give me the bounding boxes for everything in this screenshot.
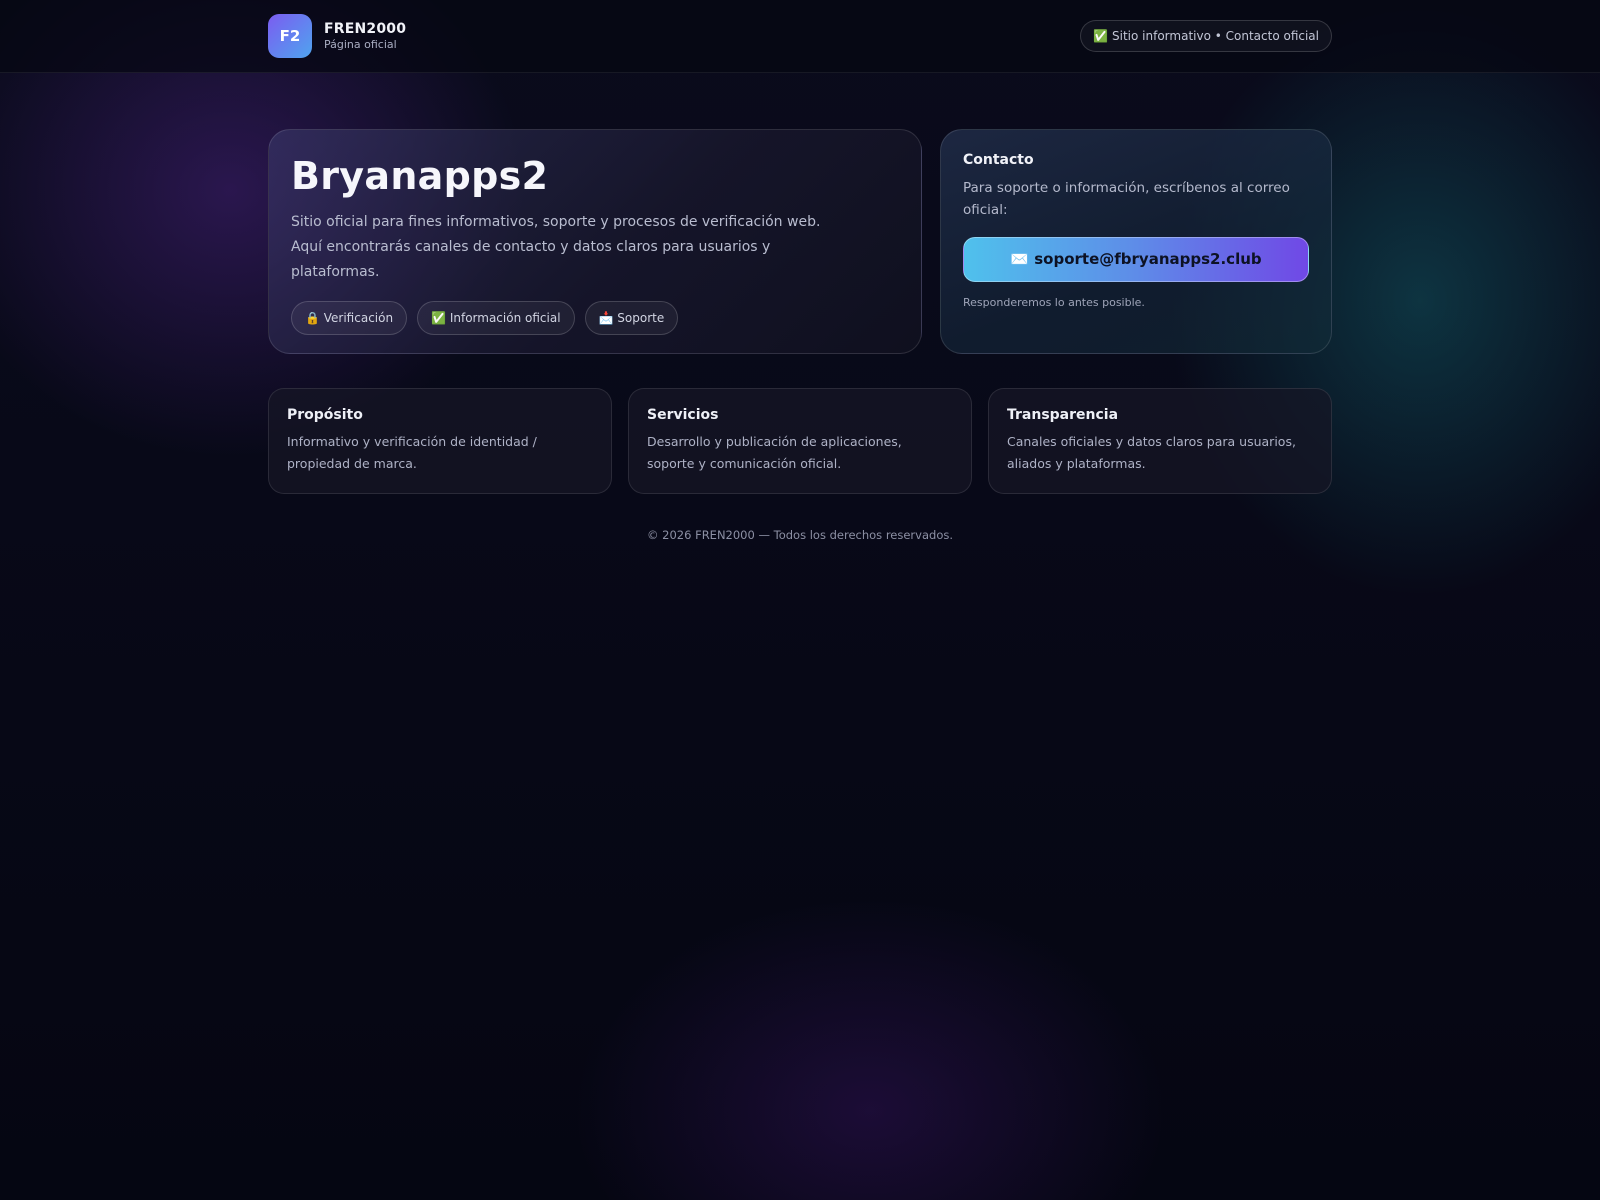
official-site-badge: ✅ Sitio informativo • Contacto oficial	[1080, 20, 1332, 52]
brand-subtitle: Página oficial	[324, 38, 397, 51]
brand-text: FREN2000 Página oficial	[324, 21, 406, 51]
brand-logo: F2	[268, 14, 312, 58]
info-card-purpose: Propósito Informativo y verificación de …	[268, 388, 612, 494]
site-header: F2 FREN2000 Página oficial ✅ Sitio infor…	[0, 0, 1600, 73]
card-text: Canales oficiales y datos claros para us…	[1007, 434, 1296, 471]
contact-note: Responderemos lo antes posible.	[963, 296, 1145, 309]
brand[interactable]: F2 FREN2000 Página oficial	[268, 14, 406, 58]
brand-name: FREN2000	[324, 21, 407, 37]
hero-description: Sitio oficial para fines informativos, s…	[291, 214, 821, 280]
hero-card: Bryanapps2 Sitio oficial para fines info…	[268, 129, 922, 354]
card-title: Servicios	[647, 407, 719, 423]
page-title: Bryanapps2	[291, 154, 549, 198]
feature-pills: 🔒 Verificación ✅ Información oficial 📩 S…	[291, 301, 899, 335]
card-text: Informativo y verificación de identidad …	[287, 434, 537, 471]
card-title: Transparencia	[1007, 407, 1119, 423]
footer-copyright: © 2026 FREN2000 — Todos los derechos res…	[647, 528, 953, 542]
card-title: Propósito	[287, 407, 363, 423]
info-card-transparency: Transparencia Canales oficiales y datos …	[988, 388, 1332, 494]
contact-description: Para soporte o información, escríbenos a…	[963, 180, 1290, 218]
pill-verification: 🔒 Verificación	[291, 301, 408, 335]
contact-title: Contacto	[963, 152, 1034, 168]
contact-card: Contacto Para soporte o información, esc…	[940, 129, 1332, 354]
pill-support: 📩 Soporte	[584, 301, 679, 335]
card-text: Desarrollo y publicación de aplicaciones…	[647, 434, 902, 471]
info-card-services: Servicios Desarrollo y publicación de ap…	[628, 388, 972, 494]
email-contact-button[interactable]: ✉️ soporte@fbryanapps2.club	[963, 237, 1309, 282]
pill-official-info: ✅ Información oficial	[417, 301, 575, 335]
